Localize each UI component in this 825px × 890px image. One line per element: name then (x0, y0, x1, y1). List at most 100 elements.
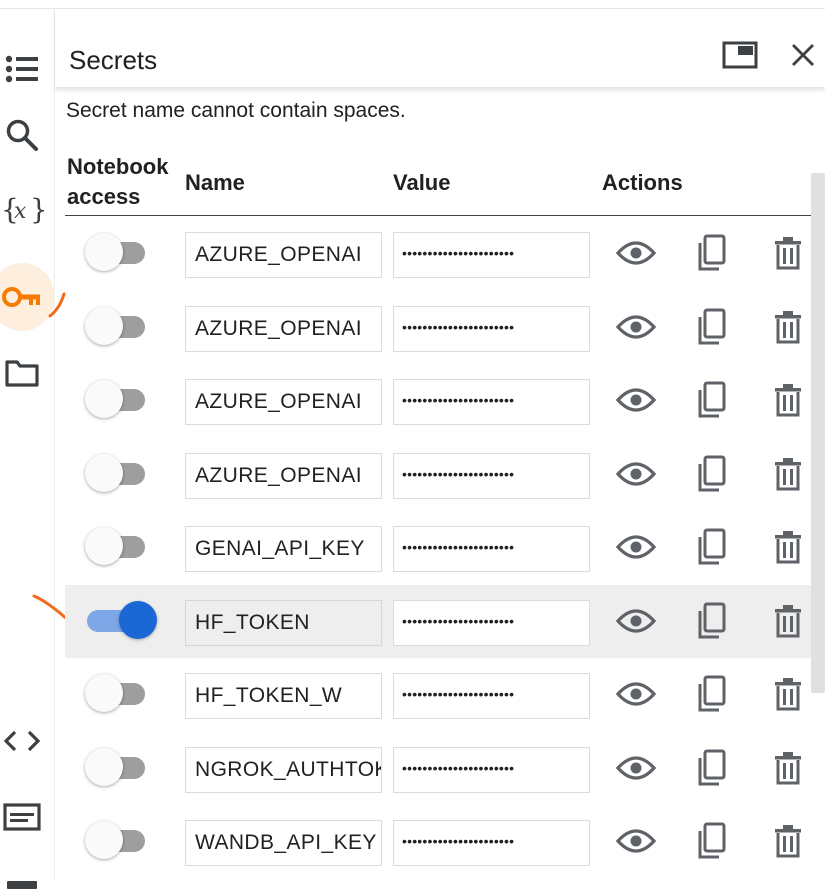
notebook-access-toggle[interactable] (81, 525, 147, 569)
secret-name-input[interactable]: AZURE_OPENAI (185, 379, 382, 425)
notebook-access-toggle[interactable] (81, 599, 157, 643)
secret-row: AZURE_OPENAI •••••••••••••••••••••• (65, 438, 811, 511)
secret-value-masked: •••••••••••••••••••••• (402, 833, 515, 849)
copy-icon[interactable] (689, 378, 733, 422)
toggle-thumb (119, 601, 157, 639)
toc-icon[interactable] (0, 47, 44, 91)
copy-icon[interactable] (689, 746, 733, 790)
secret-name-input[interactable]: NGROK_AUTHTOKEN (185, 747, 382, 793)
secret-name-input[interactable]: HF_TOKEN_W (185, 673, 382, 719)
secret-name-input[interactable]: AZURE_OPENAI (185, 453, 382, 499)
secret-row: NGROK_AUTHTOKEN •••••••••••••••••••••• (65, 732, 811, 805)
secret-value-input[interactable]: •••••••••••••••••••••• (393, 306, 590, 352)
secret-row: AZURE_OPENAI •••••••••••••••••••••• (65, 291, 811, 364)
panel-header: Secrets (55, 9, 825, 87)
secret-name-value: NGROK_AUTHTOKEN (195, 758, 381, 781)
notebook-access-toggle[interactable] (81, 672, 147, 716)
secret-value-input[interactable]: •••••••••••••••••••••• (393, 820, 590, 866)
visibility-icon[interactable] (614, 672, 658, 716)
secret-value-masked: •••••••••••••••••••••• (402, 466, 515, 482)
copy-icon[interactable] (689, 305, 733, 349)
col-notebook-access-line1: Notebook (67, 154, 169, 179)
secret-name-value: WANDB_API_KEY (195, 831, 377, 854)
secret-name-value: AZURE_OPENAI (195, 390, 363, 413)
toggle-thumb (85, 527, 123, 565)
visibility-icon[interactable] (614, 305, 658, 349)
copy-icon[interactable] (689, 599, 733, 643)
visibility-icon[interactable] (614, 452, 658, 496)
notebook-access-toggle[interactable] (81, 305, 147, 349)
notebook-access-toggle[interactable] (81, 378, 147, 422)
toggle-thumb (85, 454, 123, 492)
secret-name-input[interactable]: GENAI_API_KEY (185, 526, 382, 572)
secret-name-value: HF_TOKEN (195, 611, 310, 634)
rail-more-icon[interactable] (0, 869, 44, 890)
search-icon[interactable] (0, 113, 44, 157)
secret-name-input[interactable]: WANDB_API_KEY (185, 820, 382, 866)
delete-icon[interactable] (766, 231, 810, 275)
secret-value-input[interactable]: •••••••••••••••••••••• (393, 453, 590, 499)
left-rail: { x } (0, 9, 55, 889)
secret-value-input[interactable]: •••••••••••••••••••••• (393, 673, 590, 719)
copy-icon[interactable] (689, 525, 733, 569)
secret-name-value: AZURE_OPENAI (195, 464, 363, 487)
secret-name-input[interactable]: AZURE_OPENAI (185, 232, 382, 278)
terminal-icon[interactable] (0, 795, 44, 839)
visibility-icon[interactable] (614, 525, 658, 569)
delete-icon[interactable] (766, 746, 810, 790)
toggle-thumb (85, 233, 123, 271)
secret-value-input[interactable]: •••••••••••••••••••••• (393, 747, 590, 793)
secret-value-input[interactable]: •••••••••••••••••••••• (393, 526, 590, 572)
folder-icon[interactable] (0, 351, 44, 395)
secret-value-masked: •••••••••••••••••••••• (402, 392, 515, 408)
key-icon[interactable] (0, 275, 44, 319)
panel-title: Secrets (69, 45, 158, 75)
copy-icon[interactable] (689, 231, 733, 275)
notebook-access-toggle[interactable] (81, 452, 147, 496)
close-icon[interactable] (783, 35, 823, 75)
secret-name-value: AZURE_OPENAI (195, 317, 363, 340)
visibility-icon[interactable] (614, 378, 658, 422)
secret-value-masked: •••••••••••••••••••••• (402, 760, 515, 776)
open-in-tab-icon[interactable] (720, 35, 760, 75)
delete-icon[interactable] (766, 305, 810, 349)
copy-icon[interactable] (689, 819, 733, 863)
copy-icon[interactable] (689, 672, 733, 716)
toggle-thumb (85, 748, 123, 786)
header-divider (65, 215, 811, 216)
delete-icon[interactable] (766, 819, 810, 863)
secret-name-value: AZURE_OPENAI (195, 243, 363, 266)
delete-icon[interactable] (766, 378, 810, 422)
secret-value-input[interactable]: •••••••••••••••••••••• (393, 232, 590, 278)
visibility-icon[interactable] (614, 819, 658, 863)
copy-icon[interactable] (689, 452, 733, 496)
secret-name-value: GENAI_API_KEY (195, 537, 365, 560)
secret-value-masked: •••••••••••••••••••••• (402, 319, 515, 335)
secret-name-input[interactable]: AZURE_OPENAI (185, 306, 382, 352)
secret-row: HF_TOKEN •••••••••••••••••••••• (65, 585, 811, 658)
secret-name-input[interactable]: HF_TOKEN (185, 600, 382, 646)
visibility-icon[interactable] (614, 746, 658, 790)
scrollbar-thumb[interactable] (811, 173, 825, 693)
notebook-access-toggle[interactable] (81, 746, 147, 790)
toggle-thumb (85, 380, 123, 418)
secret-value-input[interactable]: •••••••••••••••••••••• (393, 600, 590, 646)
code-icon[interactable] (0, 719, 44, 763)
secrets-panel: Secrets Secret name cannot contain space… (55, 9, 825, 881)
delete-icon[interactable] (766, 599, 810, 643)
visibility-icon[interactable] (614, 231, 658, 275)
visibility-icon[interactable] (614, 599, 658, 643)
svg-text:}: } (30, 193, 44, 226)
notebook-access-toggle[interactable] (81, 819, 147, 863)
secret-name-value: HF_TOKEN_W (195, 684, 343, 707)
delete-icon[interactable] (766, 452, 810, 496)
secret-value-masked: •••••••••••••••••••••• (402, 686, 515, 702)
variables-icon[interactable]: { x } (0, 187, 44, 231)
delete-icon[interactable] (766, 525, 810, 569)
secret-row: WANDB_API_KEY •••••••••••••••••••••• (65, 805, 811, 878)
notebook-access-toggle[interactable] (81, 231, 147, 275)
secret-value-masked: •••••••••••••••••••••• (402, 613, 515, 629)
secret-value-input[interactable]: •••••••••••••••••••••• (393, 379, 590, 425)
delete-icon[interactable] (766, 672, 810, 716)
toggle-thumb (85, 307, 123, 345)
